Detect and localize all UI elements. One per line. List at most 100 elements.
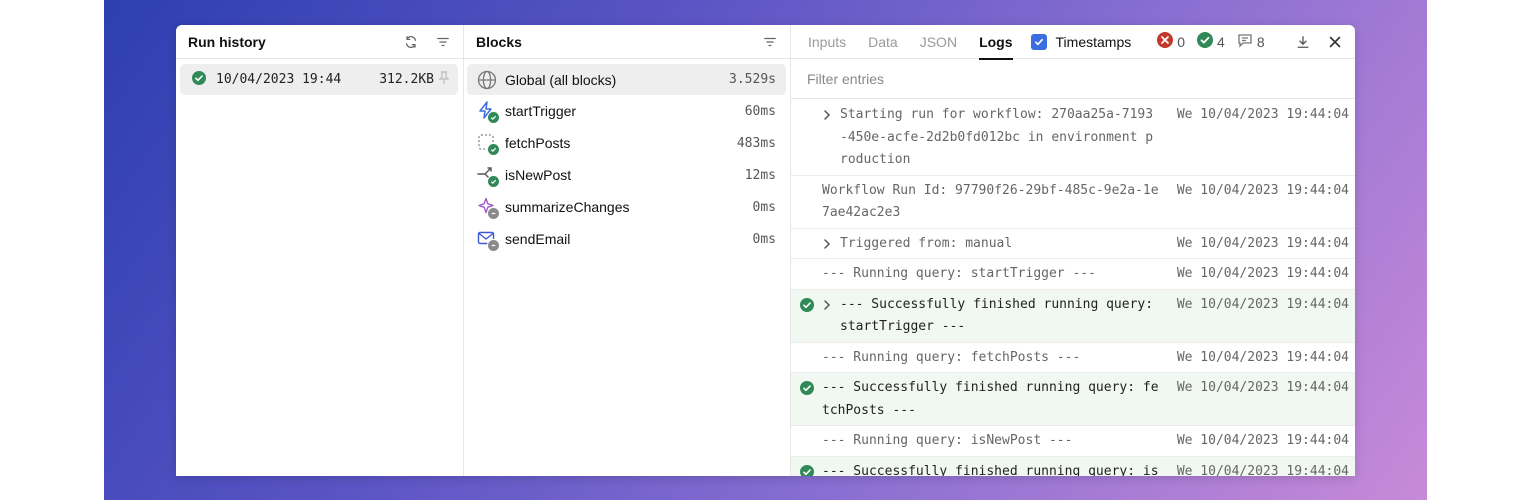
log-timestamp: We 10/04/2023 19:44:04 xyxy=(1176,380,1349,395)
success-count[interactable]: 4 xyxy=(1197,32,1225,51)
log-message: --- Running query: startTrigger --- xyxy=(822,266,1096,281)
chevron-right-icon[interactable] xyxy=(822,104,840,172)
log-timestamp: We 10/04/2023 19:44:04 xyxy=(1176,463,1349,477)
block-name: isNewPost xyxy=(505,167,572,183)
message-icon xyxy=(1237,32,1253,51)
block-duration: 483ms xyxy=(736,135,776,151)
log-timestamp: We 10/04/2023 19:44:04 xyxy=(1176,433,1349,448)
block-name: startTrigger xyxy=(505,103,577,119)
log-entry-status xyxy=(791,430,822,453)
log-entry: --- Running query: fetchPosts --- We 10/0… xyxy=(791,343,1355,373)
log-message: Workflow Run Id: 97790f26-29bf-485c-9e2a… xyxy=(822,182,1159,221)
run-history-item[interactable]: 10/04/2023 19:44 312.2KB xyxy=(180,64,458,95)
block-name: summarizeChanges xyxy=(505,199,630,215)
log-entry-status xyxy=(791,233,822,256)
log-entry: --- Successfully finished running query:… xyxy=(791,373,1355,426)
block-item-starttrigger[interactable]: startTrigger 60ms xyxy=(467,95,786,127)
log-message: Starting run for workflow: 270aa25a-7193… xyxy=(840,107,1154,167)
error-count[interactable]: 0 xyxy=(1157,32,1185,51)
tab-data[interactable]: Data xyxy=(868,25,898,59)
success-check-icon xyxy=(1197,32,1214,51)
block-duration: 60ms xyxy=(744,103,776,119)
lightning-icon xyxy=(477,101,500,124)
log-message: --- Successfully finished running query:… xyxy=(822,380,1159,418)
skipped-badge-icon xyxy=(487,239,500,252)
block-duration: 0ms xyxy=(752,199,776,215)
log-entry-status xyxy=(791,263,822,286)
timestamps-label: Timestamps xyxy=(1055,33,1132,50)
log-timestamp: We 10/04/2023 19:44:04 xyxy=(1176,296,1349,312)
block-duration: 3.529s xyxy=(729,72,776,87)
tab-logs[interactable]: Logs xyxy=(979,25,1013,60)
block-item-sendemail[interactable]: sendEmail 0ms xyxy=(467,223,786,255)
log-timestamp: We 10/04/2023 19:44:04 xyxy=(1176,107,1349,122)
success-count-value: 4 xyxy=(1217,33,1225,50)
logs-tab-bar: Inputs Data JSON Logs Timestamps 0 4 8 xyxy=(791,25,1355,60)
block-item-isnewpost[interactable]: isNewPost 12ms xyxy=(467,159,786,191)
log-entry: --- Running query: startTrigger --- We 10… xyxy=(791,259,1355,290)
download-icon[interactable] xyxy=(1295,34,1311,50)
log-entry[interactable]: --- Successfully finished running query:… xyxy=(791,289,1355,343)
log-message: --- Successfully finished running query:… xyxy=(840,296,1161,335)
log-message: --- Running query: isNewPost --- xyxy=(822,433,1073,448)
log-entry[interactable]: Starting run for workflow: 270aa25a-7193… xyxy=(791,100,1355,176)
log-timestamp: We 10/04/2023 19:44:04 xyxy=(1176,266,1349,281)
checkbox-checked-icon xyxy=(1030,33,1047,50)
message-count[interactable]: 8 xyxy=(1237,32,1265,51)
block-duration: 12ms xyxy=(744,167,776,183)
log-entry-status xyxy=(791,347,822,370)
log-message: --- Running query: fetchPosts --- xyxy=(822,349,1081,365)
log-entry-status xyxy=(791,104,822,172)
log-timestamp: We 10/04/2023 19:44:04 xyxy=(1176,182,1349,198)
log-entry[interactable]: Triggered from: manual We 10/04/2023 19:4… xyxy=(791,229,1355,259)
blocks-panel: Blocks Global (all blocks) 3.529s startT… xyxy=(464,25,791,476)
success-check-icon xyxy=(799,464,814,476)
filter-entries-input[interactable] xyxy=(805,69,1341,88)
run-history-title: Run history xyxy=(188,33,266,50)
filter-icon[interactable] xyxy=(435,34,451,50)
log-message: --- Successfully finished running query:… xyxy=(822,463,1159,477)
block-item-summarizechanges[interactable]: summarizeChanges 0ms xyxy=(467,191,786,223)
pin-icon[interactable] xyxy=(438,70,450,89)
workflow-run-window: Run history 10/04/2023 19:44 312.2KB Blo… xyxy=(176,25,1355,476)
close-icon[interactable] xyxy=(1327,34,1343,50)
skipped-badge-icon xyxy=(487,207,500,220)
refresh-icon[interactable] xyxy=(403,34,419,50)
success-badge-icon xyxy=(487,175,500,188)
error-icon xyxy=(1157,32,1174,51)
blocks-title: Blocks xyxy=(476,33,522,50)
branch-icon xyxy=(477,165,500,188)
run-size: 312.2KB xyxy=(379,72,434,87)
log-message: Triggered from: manual xyxy=(840,235,1013,251)
success-check-icon xyxy=(799,381,814,422)
log-entry-status xyxy=(791,294,822,339)
log-timestamp: We 10/04/2023 19:44:04 xyxy=(1176,349,1349,365)
globe-icon xyxy=(477,70,497,90)
log-entry-status xyxy=(791,461,822,476)
sparkle-icon xyxy=(477,197,500,220)
tab-json[interactable]: JSON xyxy=(920,25,957,59)
success-check-icon xyxy=(799,297,814,339)
block-duration: 0ms xyxy=(752,231,776,247)
log-timestamp: We 10/04/2023 19:44:04 xyxy=(1176,235,1349,251)
block-item-global[interactable]: Global (all blocks) 3.529s xyxy=(467,64,786,95)
block-name: Global (all blocks) xyxy=(505,71,617,88)
log-entry: --- Successfully finished running query:… xyxy=(791,456,1355,477)
filter-entries-bar xyxy=(791,59,1355,99)
resource-query-icon xyxy=(477,133,500,156)
log-entry: Workflow Run Id: 97790f26-29bf-485c-9e2a… xyxy=(791,176,1355,229)
chevron-right-icon[interactable] xyxy=(822,233,840,256)
block-item-fetchposts[interactable]: fetchPosts 483ms xyxy=(467,127,786,159)
timestamps-checkbox[interactable]: Timestamps xyxy=(1030,33,1132,50)
log-entries-list: Starting run for workflow: 270aa25a-7193… xyxy=(791,100,1355,476)
run-history-header: Run history xyxy=(176,25,463,59)
chevron-right-icon[interactable] xyxy=(822,294,840,339)
log-entry: --- Running query: isNewPost --- We 10/04… xyxy=(791,426,1355,457)
run-history-panel: Run history 10/04/2023 19:44 312.2KB xyxy=(176,25,464,476)
filter-icon[interactable] xyxy=(762,34,778,50)
log-entry-status xyxy=(791,180,822,225)
log-entry-status xyxy=(791,377,822,422)
blocks-header: Blocks xyxy=(464,25,790,59)
tab-inputs[interactable]: Inputs xyxy=(808,25,846,59)
block-name: fetchPosts xyxy=(505,135,571,151)
